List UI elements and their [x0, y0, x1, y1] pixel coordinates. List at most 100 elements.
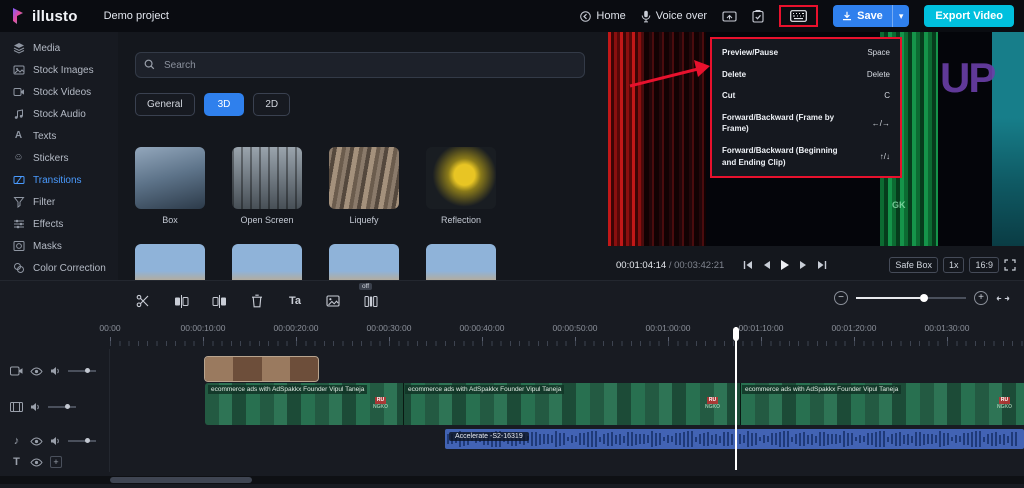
track-volume-slider[interactable] [68, 370, 96, 372]
zoom-out-button[interactable]: − [834, 291, 848, 305]
filter-chip-2d[interactable]: 2D [253, 93, 290, 116]
play-button[interactable] [780, 259, 790, 271]
voice-over-button[interactable]: Voice over [641, 10, 707, 23]
filter-chip-general[interactable]: General [135, 93, 195, 116]
annotation-arrow [624, 46, 716, 92]
checklist-icon[interactable] [752, 10, 764, 23]
playhead[interactable] [735, 327, 737, 470]
save-dropdown-caret[interactable]: ▾ [893, 11, 910, 22]
transition-card-reflection[interactable]: Reflection [426, 147, 496, 225]
aspect-ratio-button[interactable]: 16:9 [969, 257, 999, 273]
next-frame-button[interactable] [799, 260, 808, 270]
track-mute-toggle[interactable] [50, 436, 61, 446]
sidebar-item-label: Color Correction [33, 263, 106, 274]
color-correction-icon [12, 262, 25, 274]
timeline-scrollbar[interactable] [0, 476, 1024, 484]
transition-thumbnail [232, 147, 302, 209]
sidebar-item-masks[interactable]: Masks [0, 235, 118, 257]
audio-clip-label: Accelerate -S2-16319 [449, 432, 529, 441]
overlay-track-header [0, 359, 110, 383]
skip-to-end-button[interactable] [817, 260, 827, 270]
save-button[interactable]: Save [833, 10, 892, 22]
zoom-controls: − + [834, 291, 1010, 305]
sidebar-item-label: Filter [33, 197, 55, 208]
search-icon [144, 59, 155, 70]
video-canvas[interactable]: UP GK Preview/Pause Space Delete Delete … [608, 32, 1024, 246]
safe-box-button[interactable]: Safe Box [889, 257, 938, 273]
add-image-tool-icon[interactable] [325, 293, 341, 309]
clip-segment-divider [740, 383, 741, 425]
music-track-icon: ♪ [10, 435, 23, 447]
playhead-handle[interactable] [733, 327, 739, 341]
sidebar-item-stock-videos[interactable]: Stock Videos [0, 81, 118, 103]
sidebar-item-stickers[interactable]: ☺ Stickers [0, 147, 118, 169]
cut-tool-icon[interactable] [135, 293, 151, 309]
ruler-label: 00:01:20:00 [832, 323, 877, 333]
sidebar-item-label: Texts [33, 131, 56, 142]
previous-frame-button[interactable] [762, 260, 771, 270]
zoom-slider-knob[interactable] [920, 294, 928, 302]
keyboard-shortcuts-icon[interactable] [790, 10, 807, 22]
transition-card[interactable] [135, 244, 205, 280]
transition-card-box[interactable]: Box [135, 147, 205, 225]
sidebar-item-effects[interactable]: Effects [0, 213, 118, 235]
share-icon[interactable] [722, 10, 737, 23]
skip-to-start-button[interactable] [743, 260, 753, 270]
transition-card-open-screen[interactable]: Open Screen [232, 147, 302, 225]
transition-card[interactable] [232, 244, 302, 280]
add-track-button[interactable]: + [50, 456, 62, 468]
av-split-tool-icon[interactable]: off [363, 293, 379, 309]
main-video-clip[interactable]: ecommerce ads with AdSpakkx Founder Vipu… [205, 383, 1024, 425]
video-overlay-text: UP [940, 54, 994, 102]
zoom-slider[interactable] [856, 297, 966, 299]
sidebar-item-media[interactable]: Media [0, 37, 118, 59]
transition-label: Open Screen [232, 215, 302, 225]
zoom-in-button[interactable]: + [974, 291, 988, 305]
transition-card[interactable] [329, 244, 399, 280]
sidebar-item-color-correction[interactable]: Color Correction [0, 257, 118, 279]
track-visibility-toggle[interactable] [30, 437, 43, 446]
track-volume-slider[interactable] [48, 406, 76, 408]
sidebar-item-transitions[interactable]: Transitions [0, 169, 118, 191]
transition-grid-row-2 [135, 244, 496, 280]
track-volume-slider[interactable] [68, 440, 96, 442]
ruler-label: 00:00:40:00 [460, 323, 505, 333]
playback-speed-button[interactable]: 1x [943, 257, 965, 273]
timeline-ruler[interactable]: 00:00 00:00:10:00 00:00:20:00 00:00:30:0… [0, 323, 1024, 335]
transition-card[interactable] [426, 244, 496, 280]
ruler-label: 00:01:10:00 [739, 323, 784, 333]
sidebar-item-texts[interactable]: A Texts [0, 125, 118, 147]
ruler-label: 00:00:10:00 [181, 323, 226, 333]
split-left-tool-icon[interactable] [173, 293, 189, 309]
transition-card-liquefy[interactable]: Liquefy [329, 147, 399, 225]
timecode-total: 00:03:42:21 [674, 260, 724, 271]
sidebar-item-label: Stock Audio [33, 109, 86, 120]
sidebar-item-label: Stickers [33, 153, 69, 164]
track-visibility-toggle[interactable] [30, 367, 43, 376]
overlay-image-clip[interactable] [205, 357, 318, 381]
search-input[interactable] [135, 52, 585, 78]
ruler-minor-ticks [110, 341, 1024, 346]
transition-thumbnail [426, 244, 496, 280]
sidebar-item-stock-audio[interactable]: Stock Audio [0, 103, 118, 125]
shortcut-key: ←/→ [872, 119, 890, 128]
tool-state-badge: off [359, 283, 372, 290]
preview-options: Safe Box 1x 16:9 [889, 257, 1016, 273]
track-mute-toggle[interactable] [50, 366, 61, 376]
split-right-tool-icon[interactable] [211, 293, 227, 309]
sidebar-item-stock-images[interactable]: Stock Images [0, 59, 118, 81]
delete-tool-icon[interactable] [249, 293, 265, 309]
sidebar-item-filter[interactable]: Filter [0, 191, 118, 213]
filter-chip-3d[interactable]: 3D [204, 93, 245, 116]
track-visibility-toggle[interactable] [30, 458, 43, 467]
ruler-label: 00:00 [99, 323, 120, 333]
home-back-icon [580, 11, 591, 22]
fullscreen-button[interactable] [1004, 259, 1016, 271]
export-video-button[interactable]: Export Video [924, 5, 1014, 27]
fit-timeline-icon[interactable] [996, 293, 1010, 304]
home-button[interactable]: Home [580, 10, 625, 22]
add-text-tool-icon[interactable]: Ta [287, 293, 303, 309]
timeline-scrollbar-thumb[interactable] [110, 477, 252, 483]
track-mute-toggle[interactable] [30, 402, 41, 412]
stock-images-icon [12, 64, 25, 76]
